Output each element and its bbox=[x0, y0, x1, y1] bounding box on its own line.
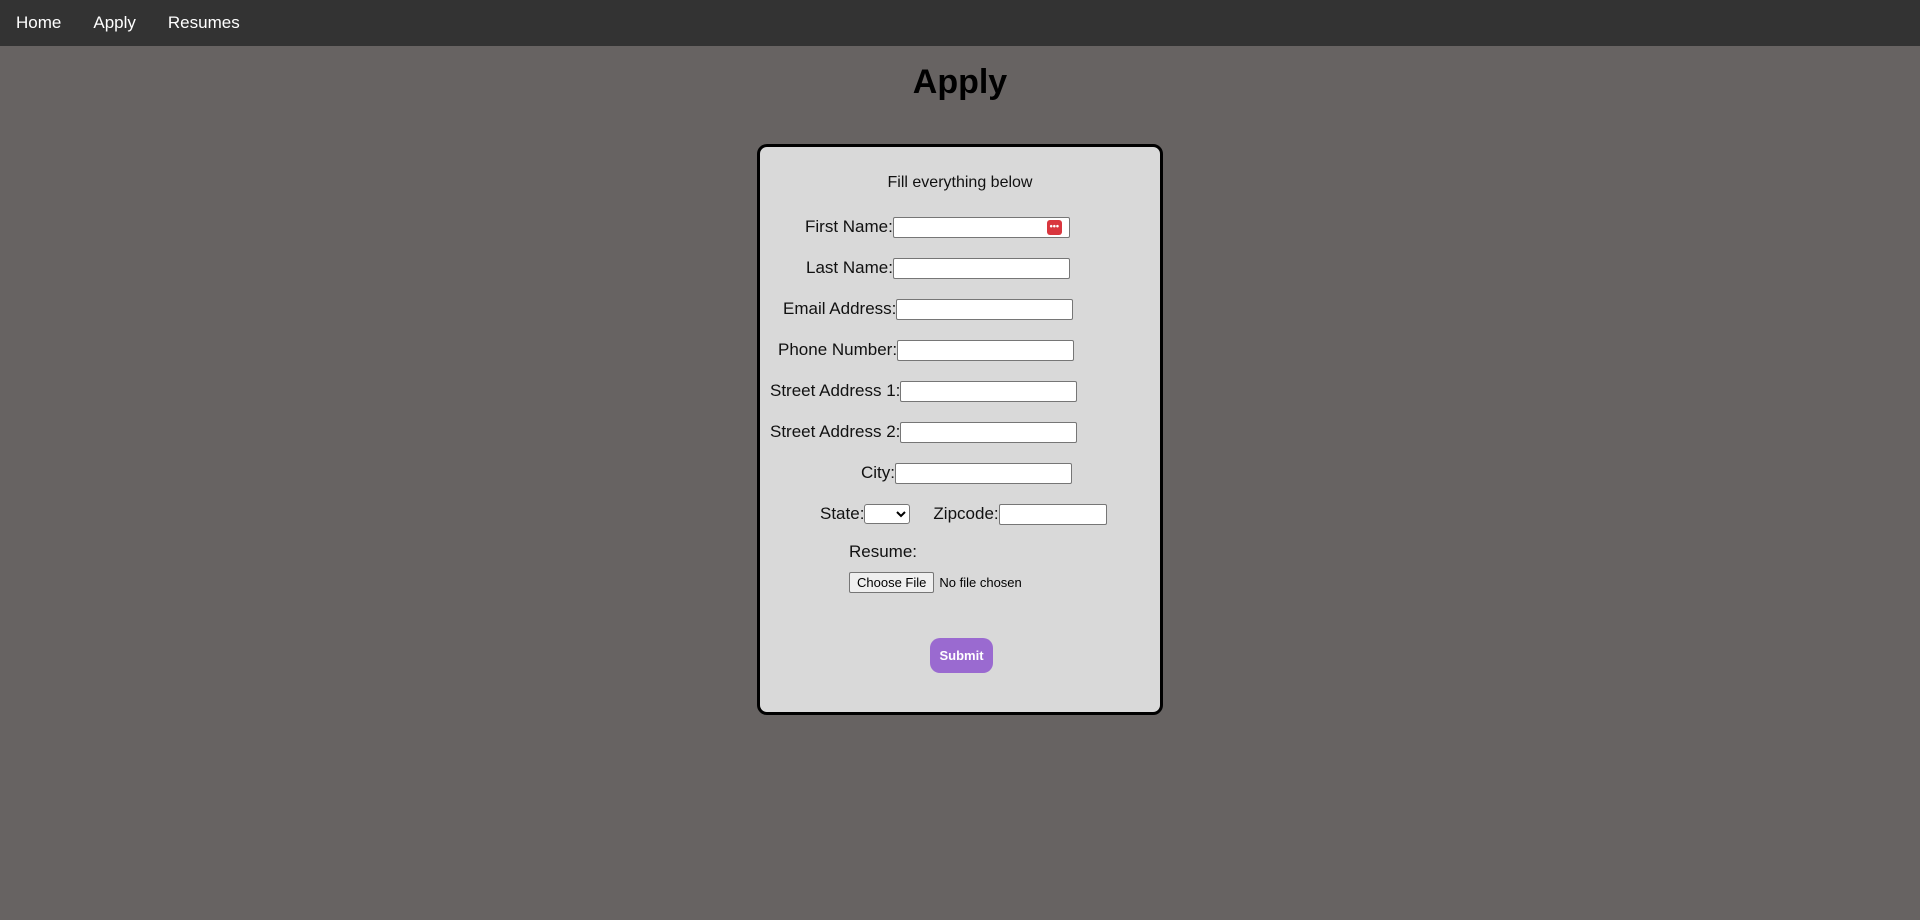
resume-file-picker: Choose File No file chosen bbox=[849, 572, 1022, 593]
street-address-2-input[interactable] bbox=[900, 421, 1078, 443]
form-subtitle: Fill everything below bbox=[887, 174, 1033, 191]
phone-row: Phone Number: bbox=[778, 338, 1075, 362]
zipcode-input[interactable] bbox=[998, 503, 1107, 525]
first-name-input[interactable] bbox=[892, 216, 1070, 238]
phone-label: Phone Number: bbox=[778, 340, 898, 359]
nav-home-link[interactable]: Home bbox=[16, 13, 61, 33]
choose-file-button[interactable]: Choose File bbox=[849, 572, 935, 593]
submit-button[interactable]: Submit bbox=[930, 638, 993, 673]
state-select[interactable] bbox=[864, 504, 911, 524]
last-name-row: Last Name: bbox=[806, 256, 1070, 280]
resume-row: Resume: bbox=[849, 540, 917, 564]
file-status-text: No file chosen bbox=[939, 575, 1022, 590]
state-zip-row: State: Zipcode: bbox=[820, 502, 1107, 526]
city-row: City: bbox=[861, 461, 1072, 485]
first-name-row: First Name: ••• bbox=[805, 215, 1070, 239]
city-label: City: bbox=[861, 463, 895, 482]
application-form-card: Fill everything below First Name: ••• La… bbox=[757, 144, 1163, 715]
state-label: State: bbox=[820, 504, 865, 523]
resume-label: Resume: bbox=[849, 542, 918, 561]
street-address-1-row: Street Address 1: bbox=[770, 379, 1078, 403]
email-label: Email Address: bbox=[783, 299, 897, 318]
nav-resumes-link[interactable]: Resumes bbox=[168, 13, 240, 33]
top-navbar: Home Apply Resumes bbox=[0, 0, 1920, 46]
email-input[interactable] bbox=[896, 298, 1074, 320]
city-input[interactable] bbox=[895, 462, 1072, 484]
last-name-input[interactable] bbox=[892, 257, 1070, 279]
street-address-1-label: Street Address 1: bbox=[770, 381, 901, 400]
street-address-2-row: Street Address 2: bbox=[770, 420, 1078, 444]
last-name-label: Last Name: bbox=[806, 258, 893, 277]
phone-input[interactable] bbox=[897, 339, 1075, 361]
nav-apply-link[interactable]: Apply bbox=[93, 13, 136, 33]
password-manager-icon[interactable]: ••• bbox=[1046, 219, 1062, 235]
first-name-label: First Name: bbox=[805, 217, 893, 236]
zipcode-label: Zipcode: bbox=[933, 504, 999, 523]
page-title: Apply bbox=[912, 63, 1008, 101]
email-row: Email Address: bbox=[783, 297, 1074, 321]
street-address-1-input[interactable] bbox=[900, 380, 1078, 402]
street-address-2-label: Street Address 2: bbox=[770, 422, 901, 441]
